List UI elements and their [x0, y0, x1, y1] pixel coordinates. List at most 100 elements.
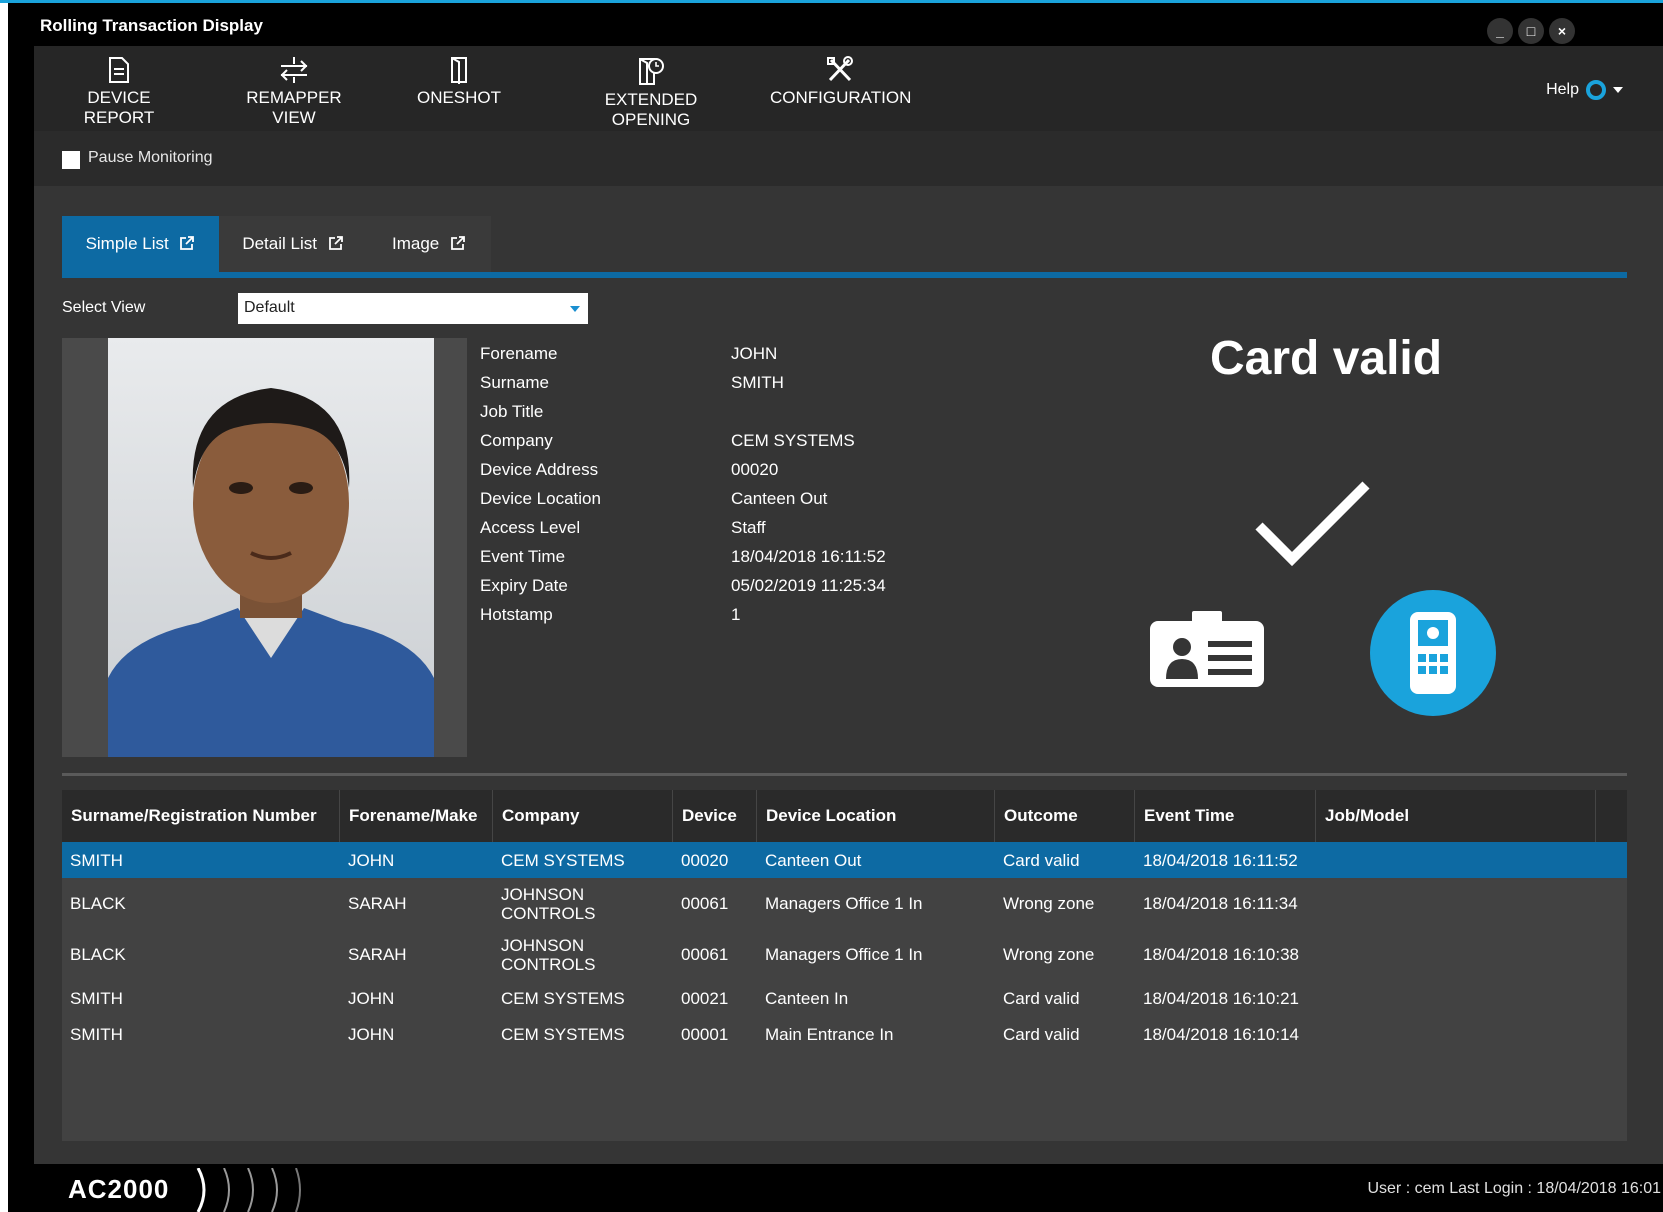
help-label: Help [1546, 81, 1579, 98]
detail-label: Expiry Date [480, 576, 568, 595]
table-cell: 18/04/2018 16:11:34 [1143, 894, 1298, 913]
signal-waves-icon [196, 1168, 301, 1212]
extended-opening-button[interactable]: EXTENDED OPENING [566, 56, 736, 130]
select-view-label: Select View [62, 299, 146, 316]
table-cell: JOHNSON CONTROLS [501, 884, 596, 923]
tab-image[interactable]: Image [367, 216, 491, 272]
chevron-down-icon [1613, 87, 1623, 93]
table-row[interactable]: SMITH JOHN CEM SYSTEMS 00021 Canteen In … [62, 980, 1627, 1016]
tab-simple-list-label: Simple List [85, 234, 169, 253]
window-title: Rolling Transaction Display [40, 16, 263, 35]
column-header[interactable]: Job/Model [1316, 790, 1596, 842]
detail-label: Company [480, 431, 553, 450]
table-cell: Canteen In [765, 988, 849, 1008]
table-cell: Card valid [1003, 850, 1080, 870]
external-link-icon [328, 236, 343, 250]
table-cell: 00061 [681, 945, 729, 964]
table-cell: Wrong zone [1003, 945, 1095, 964]
table-cell: CEM SYSTEMS [501, 1024, 625, 1044]
table-cell: CEM SYSTEMS [501, 988, 625, 1008]
column-header[interactable]: Event Time [1135, 790, 1316, 842]
column-header[interactable]: Surname/Registration Number [62, 790, 340, 842]
remapper-view-label: REMAPPER VIEW [246, 88, 342, 127]
pause-bar: Pause Monitoring [34, 131, 1663, 186]
id-card-icon [1150, 611, 1264, 687]
title-bar: Rolling Transaction Display _ □ × [8, 3, 1663, 46]
minimize-button[interactable]: _ [1487, 18, 1513, 44]
door-timer-icon [639, 58, 664, 85]
section-divider [62, 773, 1627, 776]
detail-value: 1 [731, 605, 741, 624]
card-status-text: Card valid [1210, 332, 1443, 385]
table-row[interactable]: BLACK SARAH JOHNSON CONTROLS 00061 Manag… [62, 929, 1627, 980]
table-cell [1316, 1016, 1596, 1052]
close-button[interactable]: × [1549, 18, 1575, 44]
table-row[interactable]: SMITH JOHN CEM SYSTEMS 00001 Main Entran… [62, 1016, 1627, 1052]
column-header[interactable]: Forename/Make [340, 790, 493, 842]
table-cell: Card valid [1003, 988, 1080, 1008]
detail-label: Forename [480, 344, 558, 363]
table-cell: CEM SYSTEMS [501, 850, 625, 870]
table-row[interactable]: SMITH JOHN CEM SYSTEMS 00020 Canteen Out… [62, 842, 1627, 878]
detail-label: Hotstamp [480, 605, 553, 624]
select-view-dropdown[interactable]: Default [238, 293, 588, 324]
table-cell: SMITH [70, 850, 123, 870]
table-cell: JOHN [348, 850, 395, 870]
column-header[interactable]: Outcome [995, 790, 1135, 842]
column-header[interactable]: Company [493, 790, 673, 842]
table-cell: JOHN [348, 988, 395, 1008]
detail-label: Event Time [480, 547, 566, 566]
tab-underline [62, 272, 1627, 278]
table-cell: Managers Office 1 In [765, 945, 923, 964]
footer-bar: AC2000 User : cem Last Login : 18/04/201… [34, 1164, 1663, 1212]
remap-icon [280, 57, 308, 83]
table-row[interactable]: BLACK SARAH JOHNSON CONTROLS 00061 Manag… [62, 878, 1627, 929]
tab-detail-list-label: Detail List [242, 234, 317, 253]
table-cell: BLACK [70, 945, 126, 964]
help-menu[interactable]: Help [1546, 79, 1623, 101]
detail-label: Device Location [480, 489, 601, 508]
tab-detail-list[interactable]: Detail List [219, 216, 367, 272]
table-cell: Wrong zone [1003, 894, 1095, 913]
detail-label: Surname [480, 373, 549, 392]
main-content: Simple List Detail List Image Select Vie… [34, 186, 1663, 1164]
device-report-button[interactable]: DEVICE REPORT [54, 56, 184, 128]
table-cell [1316, 878, 1596, 929]
table-cell: SMITH [70, 988, 123, 1008]
detail-value: 00020 [731, 460, 779, 479]
door-icon [451, 57, 467, 84]
document-icon [109, 57, 129, 83]
person-portrait-icon [108, 388, 434, 757]
configuration-button[interactable]: CONFIGURATION [770, 56, 911, 108]
table-cell: Main Entrance In [765, 1024, 894, 1044]
detail-value: Canteen Out [731, 489, 828, 508]
table-cell: 00021 [681, 988, 729, 1008]
external-link-icon [180, 236, 195, 250]
detail-label: Device Address [480, 460, 599, 479]
detail-value: CEM SYSTEMS [731, 431, 855, 450]
app-logo: AC2000 [68, 1174, 170, 1204]
app-window: Rolling Transaction Display _ □ × DEVICE… [8, 3, 1663, 1212]
table-cell: JOHNSON CONTROLS [501, 935, 596, 974]
table-cell: 18/04/2018 16:10:14 [1143, 1024, 1299, 1044]
table-cell: SARAH [348, 945, 407, 964]
pause-monitoring-checkbox[interactable] [62, 151, 80, 169]
user-login-info: User : cem Last Login : 18/04/2018 16:01 [1367, 1180, 1661, 1197]
tools-icon [827, 56, 853, 82]
table-cell: JOHN [348, 1024, 395, 1044]
oneshot-button[interactable]: ONESHOT [414, 56, 504, 108]
lifebuoy-icon [1586, 80, 1606, 100]
column-header[interactable]: Device [673, 790, 757, 842]
maximize-button[interactable]: □ [1518, 18, 1544, 44]
checkmark-icon [1255, 481, 1370, 567]
dropdown-arrow-icon [570, 306, 580, 312]
detail-value: JOHN [731, 344, 778, 363]
select-view-value: Default [244, 299, 295, 316]
tab-simple-list[interactable]: Simple List [62, 216, 219, 272]
remapper-view-button[interactable]: REMAPPER VIEW [224, 56, 364, 128]
column-header[interactable]: Device Location [757, 790, 995, 842]
card-reader-icon [1370, 590, 1496, 716]
detail-value: Staff [731, 518, 766, 537]
toolbar: DEVICE REPORT REMAPPER VIEW ONESHOT EXTE… [34, 46, 1663, 131]
photo-frame [62, 338, 467, 757]
